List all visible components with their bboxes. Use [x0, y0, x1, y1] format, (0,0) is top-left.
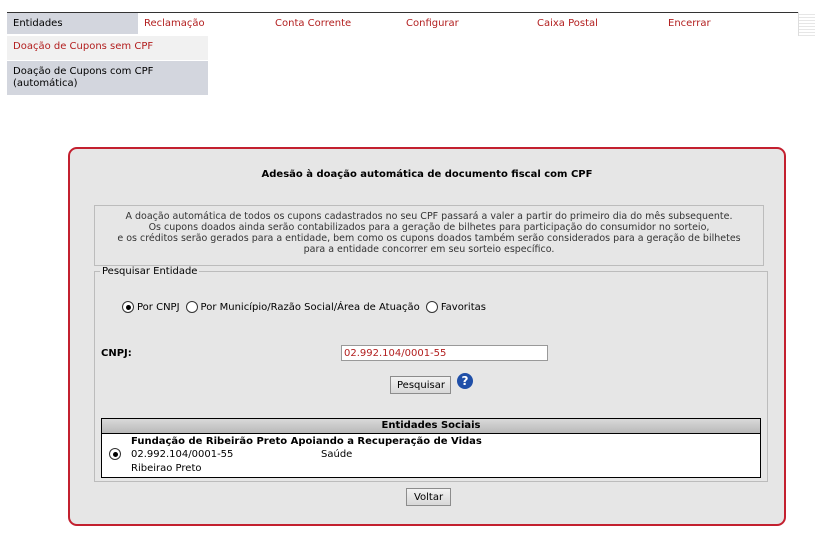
- radio-label: Por CNPJ: [137, 301, 180, 313]
- radio-label: Favoritas: [440, 301, 486, 313]
- search-fieldset: Pesquisar Entidade Por CNPJ Por Municípi…: [94, 266, 768, 482]
- info-line: e os créditos serão gerados para a entid…: [117, 233, 741, 244]
- table-row[interactable]: Fundação de Ribeirão Preto Apoiando a Re…: [102, 434, 760, 478]
- tab-conta-corrente[interactable]: Conta Corrente: [269, 13, 400, 34]
- cnpj-input[interactable]: [341, 345, 548, 361]
- search-type-options: Por CNPJ Por Município/Razão Social/Área…: [122, 301, 492, 313]
- tab-reclamacao[interactable]: Reclamação: [138, 13, 269, 34]
- entity-city: Ribeirao Preto: [131, 463, 202, 474]
- radio-label: Por Município/Razão Social/Área de Atuaç…: [200, 301, 420, 313]
- radio-option-favoritas[interactable]: Favoritas: [425, 301, 486, 313]
- top-nav: Entidades Reclamação Conta Corrente Conf…: [7, 12, 798, 34]
- radio-option-por-cnpj[interactable]: Por CNPJ: [122, 301, 180, 313]
- main-panel: Adesão à doação automática de documento …: [68, 147, 786, 526]
- entities-table-header: Entidades Sociais: [102, 419, 760, 434]
- radio-button[interactable]: [185, 301, 198, 313]
- scrollbar[interactable]: [798, 12, 815, 36]
- info-line: para a entidade concorrer em seu sorteio…: [303, 244, 555, 255]
- info-box: A doação automática de todos os cupons c…: [94, 205, 764, 266]
- radio-button[interactable]: [122, 301, 134, 313]
- entity-area: Saúde: [321, 449, 353, 460]
- tab-caixa-postal[interactable]: Caixa Postal: [531, 13, 662, 34]
- tab-entidades[interactable]: Entidades: [7, 13, 138, 34]
- help-icon[interactable]: ?: [457, 373, 473, 389]
- submenu-item-doacao-sem-cpf[interactable]: Doação de Cupons sem CPF: [7, 36, 208, 60]
- tab-encerrar[interactable]: Encerrar: [662, 13, 793, 34]
- search-button[interactable]: Pesquisar: [390, 376, 451, 394]
- cnpj-label: CNPJ:: [101, 348, 132, 359]
- info-line: A doação automática de todos os cupons c…: [125, 211, 733, 222]
- submenu-item-label: Doação de Cupons com CPF: [13, 66, 154, 77]
- radio-button[interactable]: [425, 301, 438, 313]
- tab-configurar[interactable]: Configurar: [400, 13, 531, 34]
- submenu: Doação de Cupons sem CPF Doação de Cupon…: [7, 36, 208, 95]
- submenu-item-doacao-com-cpf[interactable]: Doação de Cupons com CPF (automática): [7, 61, 208, 95]
- entity-name: Fundação de Ribeirão Preto Apoiando a Re…: [131, 436, 482, 447]
- search-legend: Pesquisar Entidade: [102, 266, 198, 277]
- page-title: Adesão à doação automática de documento …: [261, 169, 593, 180]
- info-line: Os cupons doados ainda serão contabiliza…: [148, 222, 710, 233]
- radio-option-por-municipio[interactable]: Por Município/Razão Social/Área de Atuaç…: [185, 301, 420, 313]
- entity-radio-button[interactable]: [109, 448, 121, 460]
- entities-table: Entidades Sociais Fundação de Ribeirão P…: [101, 418, 761, 478]
- back-button[interactable]: Voltar: [406, 488, 451, 506]
- entity-cnpj: 02.992.104/0001-55: [131, 449, 234, 460]
- submenu-item-label-sub: (automática): [13, 78, 78, 89]
